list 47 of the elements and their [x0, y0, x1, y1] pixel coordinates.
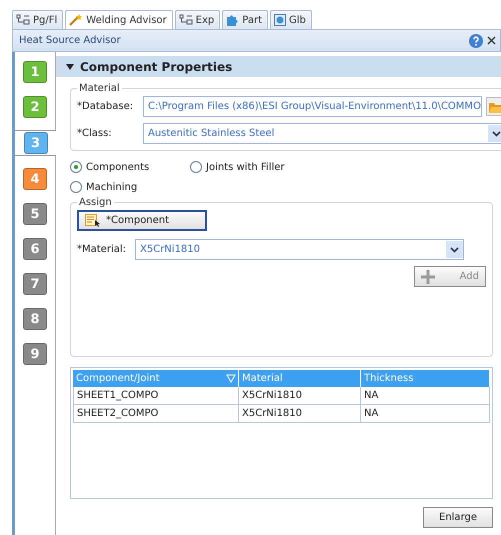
table-cell: NA — [361, 387, 490, 405]
step-number: 3 — [24, 132, 48, 154]
group-title: Assign — [78, 197, 113, 208]
enlarge-button[interactable]: Enlarge — [423, 507, 493, 528]
step-number: 6 — [23, 238, 47, 260]
table-cell: X5CrNi1810 — [239, 405, 361, 423]
tab[interactable]: Exp — [174, 10, 220, 29]
tab[interactable]: Part — [222, 10, 268, 29]
step-number: 5 — [23, 203, 47, 225]
tab[interactable]: Welding Advisor — [65, 10, 173, 29]
radio-label: Machining — [86, 182, 138, 192]
panel-title: Heat Source Advisor — [19, 35, 121, 46]
step-tab[interactable]: 9 — [15, 342, 55, 366]
table-cell: SHEET2_COMPO — [73, 405, 239, 423]
radio-option[interactable]: Components — [70, 161, 190, 173]
table-cell: SHEET1_COMPO — [73, 387, 239, 405]
field-label: *Database: — [77, 101, 134, 112]
step-tab[interactable]: 8 — [15, 307, 55, 331]
section-header[interactable]: Component Properties — [56, 56, 501, 77]
radio-option[interactable]: Machining — [70, 181, 190, 193]
step-tab[interactable]: 6 — [15, 237, 55, 261]
step-number: 2 — [23, 96, 47, 118]
database-field[interactable]: C:\Program Files (x86)\ESI Group\Visual-Environment\11.0\COMMO — [143, 96, 482, 117]
column-header[interactable]: Component/Joint — [73, 370, 239, 387]
step-number: 9 — [23, 343, 47, 365]
group-title: Material — [78, 83, 121, 94]
column-header[interactable]: Material — [239, 370, 361, 387]
component-button[interactable]: *Component — [77, 210, 207, 231]
class-dropdown[interactable]: Austenitic Stainless Steel — [143, 123, 501, 144]
tab[interactable]: Glb — [270, 10, 312, 29]
tab[interactable]: Pg/Fl — [12, 10, 64, 29]
column-header[interactable]: Thickness — [361, 370, 490, 387]
table-cell: X5CrNi1810 — [239, 387, 361, 405]
step-tab[interactable]: 4 — [15, 167, 55, 191]
step-number: 8 — [23, 308, 47, 330]
radio-label: Components — [86, 162, 150, 172]
field-label: *Material: — [77, 244, 127, 255]
step-number: 1 — [23, 61, 47, 83]
step-number: 4 — [23, 168, 47, 190]
step-tab[interactable]: 5 — [15, 202, 55, 226]
step-tab[interactable]: 7 — [15, 272, 55, 296]
step-number: 7 — [23, 273, 47, 295]
radio-option[interactable]: Joints with Filler — [190, 161, 493, 173]
table-cell: NA — [361, 405, 490, 423]
radio-label: Joints with Filler — [206, 162, 285, 172]
field-label: *Class: — [77, 128, 113, 139]
material-dropdown[interactable]: X5CrNi1810 — [135, 239, 464, 260]
